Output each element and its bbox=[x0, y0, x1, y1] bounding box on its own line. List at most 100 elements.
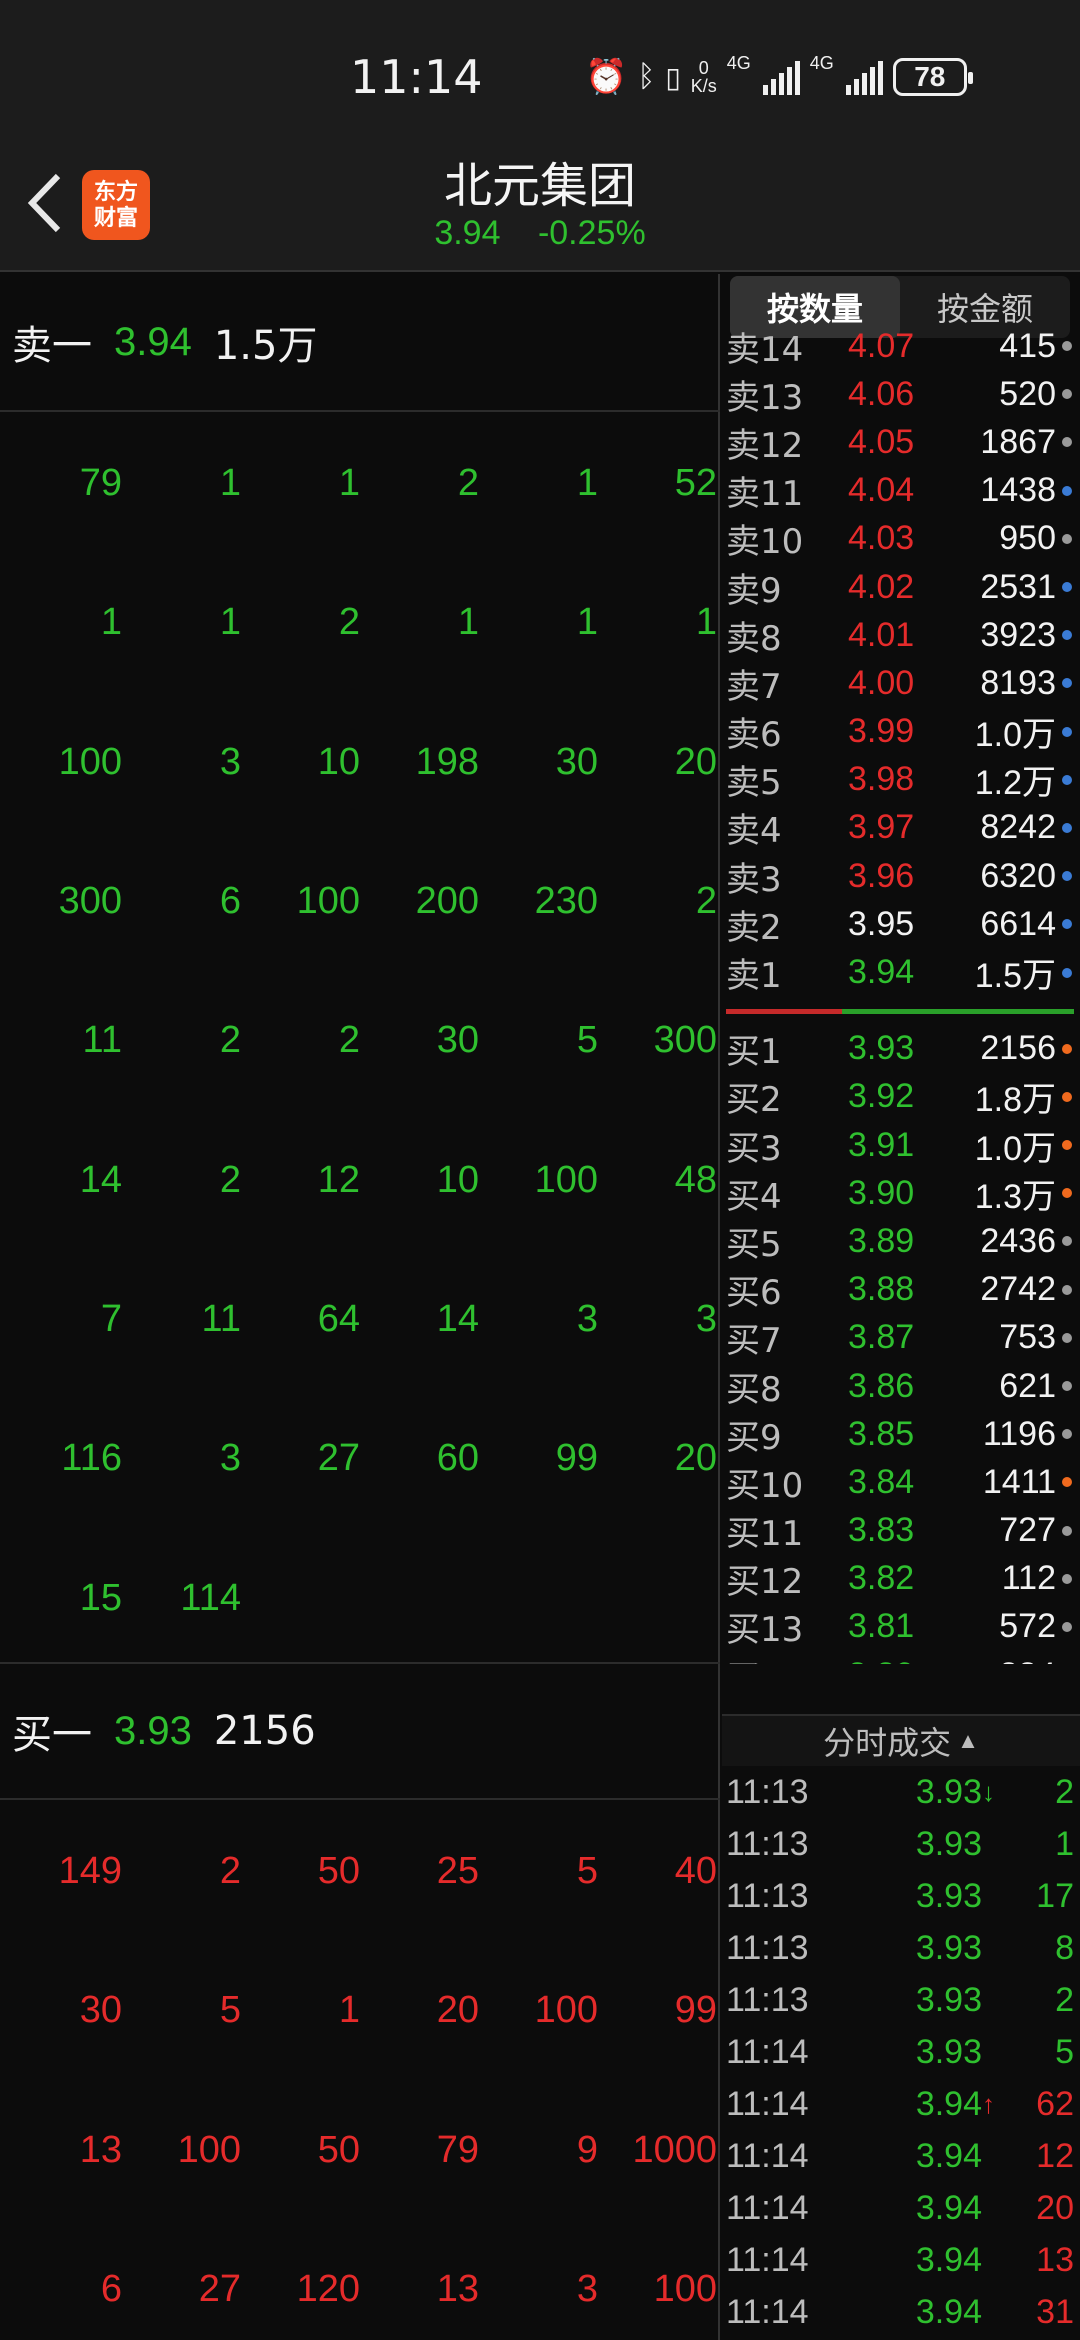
ask-row[interactable]: 卖1 3.94 1.5万 bbox=[722, 948, 1080, 996]
queue-cell: 1 bbox=[219, 601, 241, 644]
queue-cell: 114 bbox=[180, 1576, 241, 1619]
queue-cell: 99 bbox=[555, 1437, 598, 1480]
level-price: 3.86 bbox=[848, 1366, 915, 1405]
ask-row[interactable]: 卖6 3.99 1.0万 bbox=[722, 708, 1080, 756]
bid-row[interactable]: 买13 3.81 572 bbox=[722, 1603, 1080, 1651]
dot-icon bbox=[1062, 533, 1072, 544]
queue-cell: 198 bbox=[415, 740, 479, 783]
bid-row[interactable]: 买1 3.93 2156 bbox=[722, 1025, 1080, 1073]
queue-row: 13 100 50 79 9 1000 bbox=[0, 2081, 720, 2220]
tab-by-amount[interactable]: 按金额 bbox=[900, 276, 1070, 338]
dot-icon bbox=[1062, 919, 1072, 930]
ask-row[interactable]: 卖5 3.98 1.2万 bbox=[722, 756, 1080, 804]
tick-price: 3.93 bbox=[915, 1824, 982, 1863]
bid-row[interactable]: 买2 3.92 1.8万 bbox=[722, 1073, 1080, 1121]
ask-row[interactable]: 卖8 4.01 3923 bbox=[722, 611, 1080, 659]
sell-volume: 1.5万 bbox=[213, 323, 318, 369]
level-price: 3.83 bbox=[848, 1511, 915, 1550]
bid-row[interactable]: 买10 3.84 1411 bbox=[722, 1458, 1080, 1506]
bid-row[interactable]: 买3 3.91 1.0万 bbox=[722, 1121, 1080, 1169]
queue-cell: 1 bbox=[576, 462, 598, 505]
bid-row[interactable]: 买12 3.82 112 bbox=[722, 1555, 1080, 1603]
level-label: 买8 bbox=[726, 1369, 782, 1410]
tick-volume: 1 bbox=[1055, 1824, 1074, 1863]
ask-row[interactable]: 卖13 4.06 520 bbox=[722, 370, 1080, 418]
queue-cell: 2 bbox=[219, 1019, 241, 1062]
tick-price: 3.94 bbox=[915, 2084, 982, 2123]
queue-cell: 120 bbox=[296, 2268, 360, 2311]
level-volume: 6614 bbox=[980, 904, 1056, 943]
level-label: 买2 bbox=[726, 1080, 782, 1121]
level-price: 3.99 bbox=[848, 712, 915, 751]
bid-row[interactable]: 买7 3.87 753 bbox=[722, 1314, 1080, 1362]
ticks-header[interactable]: 分时成交 ▲ bbox=[722, 1714, 1080, 1766]
buy-level-row[interactable]: 买一 3.93 2156 bbox=[0, 1662, 720, 1800]
level-volume: 3923 bbox=[980, 615, 1056, 654]
tick-price: 3.94 bbox=[915, 2188, 982, 2227]
tick-time: 11:14 bbox=[726, 2084, 809, 2123]
queue-cell: 25 bbox=[436, 1850, 479, 1893]
signal-icon bbox=[845, 59, 883, 95]
ask-row[interactable]: 卖10 4.03 950 bbox=[722, 515, 1080, 563]
queue-cell: 100 bbox=[296, 880, 360, 923]
queue-cell: 1 bbox=[338, 462, 360, 505]
queue-cell: 116 bbox=[61, 1437, 122, 1480]
queue-cell: 20 bbox=[436, 1989, 479, 2032]
level-label: 买10 bbox=[726, 1465, 804, 1506]
bid-row[interactable]: 买4 3.90 1.3万 bbox=[722, 1169, 1080, 1217]
dot-icon bbox=[1062, 871, 1072, 882]
ask-row[interactable]: 卖12 4.05 1867 bbox=[722, 418, 1080, 466]
bid-row[interactable]: 买6 3.88 2742 bbox=[722, 1266, 1080, 1314]
queue-cell: 20 bbox=[674, 1437, 717, 1480]
ask-row[interactable]: 卖2 3.95 6614 bbox=[722, 900, 1080, 948]
ask-row[interactable]: 卖3 3.96 6320 bbox=[722, 852, 1080, 900]
level-price: 4.01 bbox=[848, 615, 915, 654]
tick-time: 11:13 bbox=[726, 1980, 809, 2019]
tick-row: 11:13 3.93 1 bbox=[722, 1818, 1080, 1870]
level-price: 3.92 bbox=[848, 1077, 915, 1116]
level-price: 3.89 bbox=[848, 1221, 915, 1260]
ask-row[interactable]: 卖4 3.97 8242 bbox=[722, 804, 1080, 852]
ask-row[interactable]: 卖11 4.04 1438 bbox=[722, 467, 1080, 515]
queue-cell: 30 bbox=[436, 1019, 479, 1062]
level-volume: 6320 bbox=[980, 856, 1056, 895]
status-icons: ⏰ ᛒ ▯ 0 K/s 4G 4G 78 bbox=[585, 52, 973, 102]
tick-time: 11:13 bbox=[726, 1876, 809, 1915]
queue-cell: 300 bbox=[653, 1019, 717, 1062]
queue-cell: 149 bbox=[58, 1850, 122, 1893]
dot-icon bbox=[1062, 726, 1072, 737]
sell-queue-grid: 79 1 1 2 1 52 1 1 2 1 1 1 100 3 10 198 30 20 300 6 100 200 230… bbox=[0, 414, 720, 1668]
ask-row[interactable]: 卖14 4.07 415 bbox=[722, 332, 1080, 370]
tab-by-quantity[interactable]: 按数量 bbox=[730, 276, 900, 338]
queue-cell: 11 bbox=[201, 1297, 241, 1340]
level-label: 卖12 bbox=[726, 425, 804, 466]
queue-cell: 9 bbox=[576, 2128, 598, 2171]
level-label: 买3 bbox=[726, 1128, 782, 1169]
bid-row[interactable]: 买5 3.89 2436 bbox=[722, 1217, 1080, 1265]
queue-cell: 2 bbox=[338, 1019, 360, 1062]
ticks-list[interactable]: 11:13 3.93 ↓ 2 11:13 3.93 1 11:13 3.93 17 11:13 3.9… bbox=[722, 1766, 1080, 2338]
bid-row[interactable]: 买8 3.86 621 bbox=[722, 1362, 1080, 1410]
bluetooth-icon: ᛒ bbox=[637, 60, 656, 93]
bid-row[interactable]: 买9 3.85 1196 bbox=[722, 1410, 1080, 1458]
queue-cell: 10 bbox=[317, 740, 360, 783]
queue-cell: 100 bbox=[177, 2128, 241, 2171]
level-label: 卖9 bbox=[726, 570, 782, 611]
level-price: 3.85 bbox=[848, 1414, 915, 1453]
order-book[interactable]: 卖14 4.07 415 卖13 4.06 520 卖12 4.05 1867 卖11 4.04 14… bbox=[722, 332, 1080, 1664]
bid-row[interactable]: 买143.80384 bbox=[722, 1651, 1080, 1664]
tick-volume: 2 bbox=[1055, 1772, 1074, 1811]
sell-level-row[interactable]: 卖一 3.94 1.5万 bbox=[0, 274, 720, 412]
battery-icon: 78 bbox=[892, 58, 973, 96]
level-label: 卖8 bbox=[726, 618, 782, 659]
queue-row: 1 1 2 1 1 1 bbox=[0, 553, 720, 692]
tick-volume: 62 bbox=[1036, 2084, 1074, 2123]
level-volume: 1.0万 bbox=[974, 1129, 1056, 1168]
queue-panel: 卖一 3.94 1.5万 79 1 1 2 1 52 1 1 2 1 1 1 100 3 10 198 30 20… bbox=[0, 274, 720, 2340]
bid-row[interactable]: 买11 3.83 727 bbox=[722, 1507, 1080, 1555]
ask-row[interactable]: 卖9 4.02 2531 bbox=[722, 563, 1080, 611]
dot-icon bbox=[1062, 1477, 1072, 1488]
net-speed: 0 K/s bbox=[690, 58, 717, 96]
status-bar: 11:14 ⏰ ᛒ ▯ 0 K/s 4G 4G 78 bbox=[0, 0, 1080, 140]
ask-row[interactable]: 卖7 4.00 8193 bbox=[722, 659, 1080, 707]
